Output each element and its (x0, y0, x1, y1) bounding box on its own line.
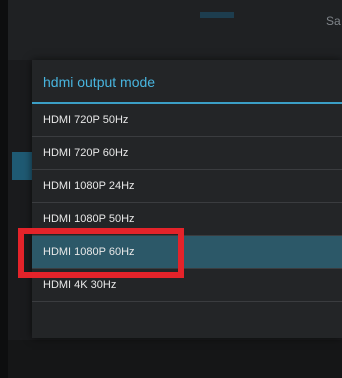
background-bottom-strip (8, 340, 342, 378)
background-selected-tab (12, 152, 32, 180)
background-header-accent (200, 12, 234, 18)
option-hdmi-1080p-50hz[interactable]: HDMI 1080P 50Hz (32, 203, 342, 236)
option-hdmi-1080p-60hz[interactable]: HDMI 1080P 60Hz (32, 236, 342, 269)
hdmi-output-mode-dialog: hdmi output mode HDMI 720P 50Hz HDMI 720… (32, 60, 342, 338)
option-hdmi-720p-50hz[interactable]: HDMI 720P 50Hz (32, 104, 342, 137)
background-header (8, 0, 342, 60)
background-settings-label: Sa (326, 14, 341, 28)
option-hdmi-1080p-24hz[interactable]: HDMI 1080P 24Hz (32, 170, 342, 203)
background-left-edge (0, 0, 8, 378)
option-hdmi-4k-30hz[interactable]: HDMI 4K 30Hz (32, 269, 342, 302)
dialog-title: hdmi output mode (32, 60, 342, 104)
option-hdmi-720p-60hz[interactable]: HDMI 720P 60Hz (32, 137, 342, 170)
